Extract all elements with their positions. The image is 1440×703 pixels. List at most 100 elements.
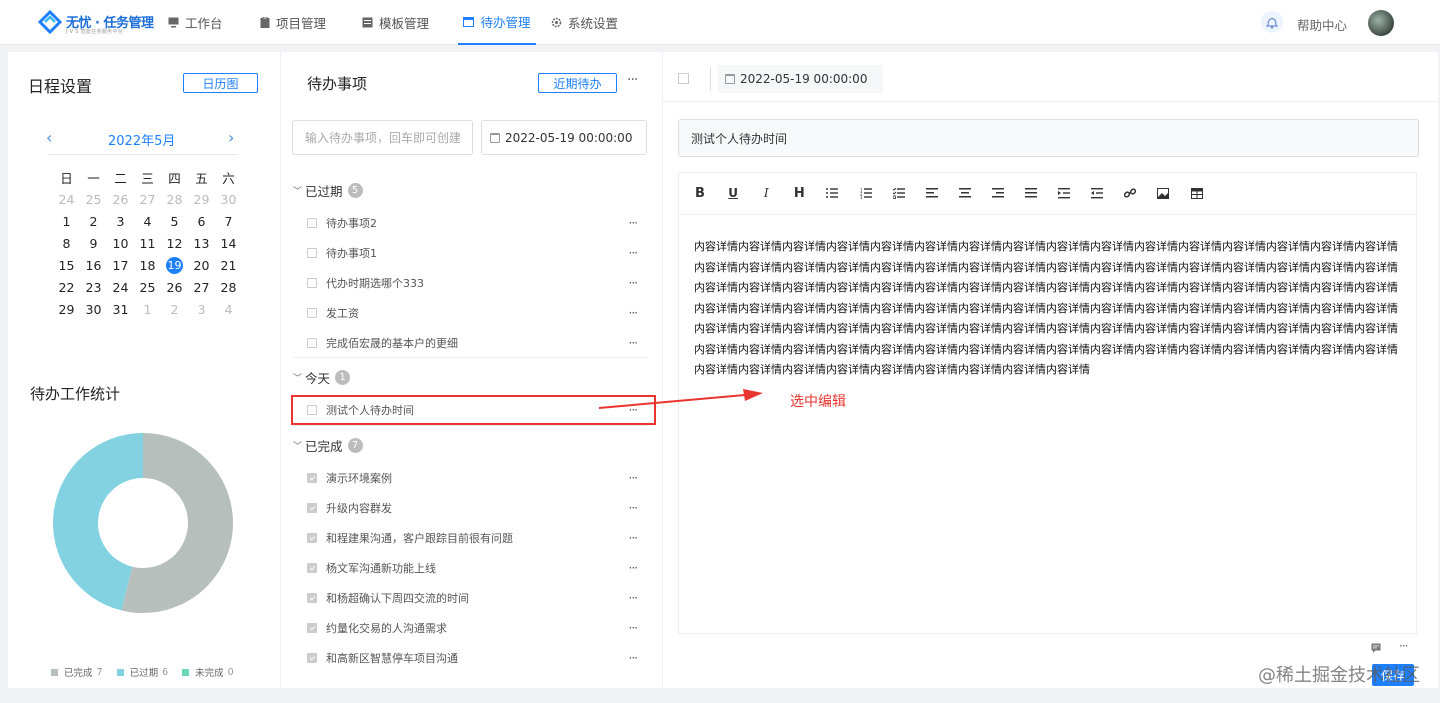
calendar-day[interactable]: 26 bbox=[161, 276, 188, 298]
more-icon[interactable]: ··· bbox=[623, 531, 638, 545]
bell-icon[interactable] bbox=[1261, 11, 1283, 33]
calendar-day[interactable]: 12 bbox=[161, 232, 188, 254]
todo-checkbox[interactable] bbox=[307, 218, 317, 228]
calendar-day[interactable]: 17 bbox=[107, 254, 134, 276]
bullet-list-icon[interactable] bbox=[824, 185, 840, 201]
more-icon[interactable]: ··· bbox=[623, 336, 638, 350]
todo-item[interactable]: 演示环境案例 ··· bbox=[307, 467, 638, 489]
nav-workbench[interactable]: 工作台 bbox=[168, 0, 223, 45]
todo-item[interactable]: 和程建果沟通，客户跟踪目前很有问题 ··· bbox=[307, 527, 638, 549]
todo-item[interactable]: 发工资 ··· bbox=[307, 302, 638, 324]
calendar-day[interactable]: 15 bbox=[53, 254, 80, 276]
comment-icon[interactable] bbox=[1371, 643, 1381, 653]
calendar-day[interactable]: 22 bbox=[53, 276, 80, 298]
calendar-day[interactable]: 2 bbox=[80, 210, 107, 232]
calendar-day[interactable]: 20 bbox=[188, 254, 215, 276]
align-right-icon[interactable] bbox=[990, 185, 1006, 201]
calendar-day[interactable]: 26 bbox=[107, 188, 134, 210]
calendar-day[interactable]: 16 bbox=[80, 254, 107, 276]
heading-icon[interactable]: H bbox=[791, 185, 807, 201]
calendar-day[interactable]: 25 bbox=[80, 188, 107, 210]
calendar-day[interactable]: 24 bbox=[107, 276, 134, 298]
calendar-day[interactable]: 29 bbox=[188, 188, 215, 210]
todo-title-input[interactable] bbox=[678, 119, 1419, 157]
indent-icon[interactable] bbox=[1056, 185, 1072, 201]
link-icon[interactable] bbox=[1122, 185, 1138, 201]
section-header[interactable]: ﹀ 今天 1 bbox=[293, 368, 351, 387]
nav-template[interactable]: 模板管理 bbox=[362, 0, 429, 45]
task-list-icon[interactable] bbox=[891, 185, 907, 201]
todo-checkbox[interactable] bbox=[307, 405, 317, 415]
calendar-day[interactable]: 24 bbox=[53, 188, 80, 210]
todo-date-picker[interactable]: 2022-05-19 00:00:00 bbox=[481, 120, 647, 155]
todo-create-input[interactable] bbox=[292, 120, 473, 155]
section-header[interactable]: ﹀ 已完成 7 bbox=[293, 436, 363, 455]
calendar-day[interactable]: 30 bbox=[80, 298, 107, 320]
bold-icon[interactable]: B bbox=[692, 185, 708, 201]
more-icon[interactable]: ··· bbox=[623, 471, 638, 485]
justify-icon[interactable] bbox=[1023, 185, 1039, 201]
avatar[interactable] bbox=[1368, 10, 1394, 36]
todo-checkbox[interactable] bbox=[307, 563, 317, 573]
calendar-day[interactable]: 27 bbox=[188, 276, 215, 298]
calendar-day[interactable]: 14 bbox=[215, 232, 242, 254]
underline-icon[interactable]: U bbox=[725, 185, 741, 201]
calendar-day[interactable]: 27 bbox=[134, 188, 161, 210]
calendar-day[interactable]: 29 bbox=[53, 298, 80, 320]
calendar-day[interactable]: 28 bbox=[161, 188, 188, 210]
section-header[interactable]: ﹀ 已过期 5 bbox=[293, 181, 363, 200]
calendar-day[interactable]: 1 bbox=[53, 210, 80, 232]
more-icon[interactable]: ··· bbox=[623, 501, 638, 515]
calendar-day[interactable]: 28 bbox=[215, 276, 242, 298]
more-icon[interactable]: ··· bbox=[623, 651, 638, 665]
todo-checkbox[interactable] bbox=[307, 533, 317, 543]
nav-settings[interactable]: 系统设置 bbox=[551, 0, 618, 45]
calendar-day[interactable]: 23 bbox=[80, 276, 107, 298]
calendar-day[interactable]: 6 bbox=[188, 210, 215, 232]
more-icon[interactable]: ··· bbox=[623, 621, 638, 635]
more-icon[interactable]: ··· bbox=[623, 246, 638, 260]
more-icon[interactable]: ··· bbox=[623, 276, 638, 290]
todo-checkbox[interactable] bbox=[307, 653, 317, 663]
todo-item[interactable]: 升级内容群发 ··· bbox=[307, 497, 638, 519]
todo-item[interactable]: 待办事项1 ··· bbox=[307, 242, 638, 264]
align-left-icon[interactable] bbox=[924, 185, 940, 201]
legend-item-expired[interactable]: 已过期 6 bbox=[116, 665, 168, 679]
more-icon[interactable]: ··· bbox=[1399, 639, 1409, 653]
calendar-day[interactable]: 7 bbox=[215, 210, 242, 232]
calendar-day[interactable]: 31 bbox=[107, 298, 134, 320]
more-icon[interactable]: ··· bbox=[623, 306, 638, 320]
calendar-day[interactable]: 25 bbox=[134, 276, 161, 298]
calendar-day[interactable]: 3 bbox=[188, 298, 215, 320]
more-icon[interactable]: ··· bbox=[623, 216, 638, 230]
outdent-icon[interactable] bbox=[1089, 185, 1105, 201]
todo-checkbox[interactable] bbox=[307, 248, 317, 258]
todo-item[interactable]: 约量化交易的人沟通需求 ··· bbox=[307, 617, 638, 639]
calendar-day[interactable]: 8 bbox=[53, 232, 80, 254]
calendar-day[interactable]: 4 bbox=[215, 298, 242, 320]
detail-date-picker[interactable]: 2022-05-19 00:00:00 bbox=[718, 65, 883, 93]
todo-item[interactable]: 测试个人待办时间 ··· bbox=[307, 399, 638, 421]
chevron-left-icon[interactable]: ‹ bbox=[46, 128, 52, 147]
calendar-day[interactable]: 19 bbox=[161, 254, 188, 276]
calendar-day[interactable]: 5 bbox=[161, 210, 188, 232]
calendar-day[interactable]: 4 bbox=[134, 210, 161, 232]
calendar-day[interactable]: 18 bbox=[134, 254, 161, 276]
align-center-icon[interactable] bbox=[957, 185, 973, 201]
calendar-day[interactable]: 9 bbox=[80, 232, 107, 254]
todo-checkbox[interactable] bbox=[307, 278, 317, 288]
help-center-link[interactable]: 帮助中心 bbox=[1297, 15, 1347, 34]
todo-checkbox[interactable] bbox=[307, 338, 317, 348]
todo-checkbox[interactable] bbox=[307, 503, 317, 513]
todo-checkbox[interactable] bbox=[307, 593, 317, 603]
chevron-right-icon[interactable]: › bbox=[228, 128, 234, 147]
more-icon[interactable]: ··· bbox=[627, 72, 638, 88]
more-icon[interactable]: ··· bbox=[623, 591, 638, 605]
calendar-day[interactable]: 30 bbox=[215, 188, 242, 210]
legend-item-completed[interactable]: 已完成 7 bbox=[51, 665, 103, 679]
calendar-day[interactable]: 3 bbox=[107, 210, 134, 232]
complete-checkbox[interactable] bbox=[678, 73, 689, 84]
table-icon[interactable] bbox=[1189, 185, 1205, 201]
todo-item[interactable]: 杨文军沟通新功能上线 ··· bbox=[307, 557, 638, 579]
todo-item[interactable]: 和杨超确认下周四交流的时间 ··· bbox=[307, 587, 638, 609]
